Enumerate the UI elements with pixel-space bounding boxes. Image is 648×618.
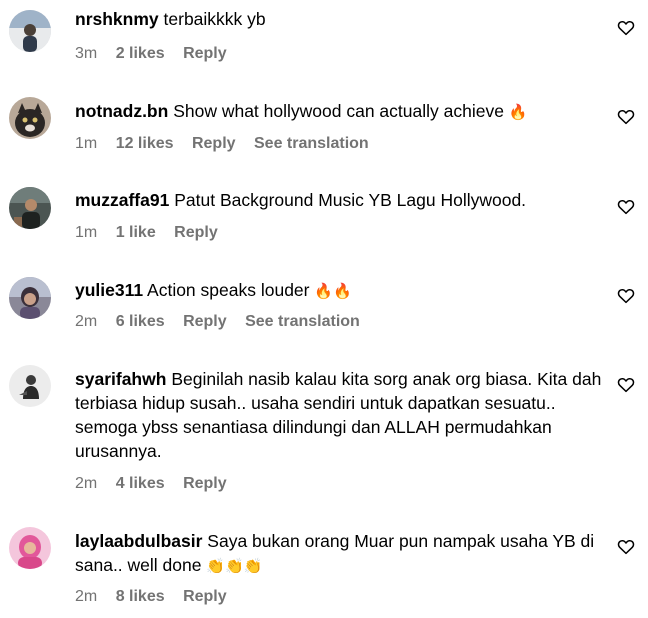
comment-text: syarifahwh Beginilah nasib kalau kita so… xyxy=(75,367,605,463)
comment-content: Show what hollywood can actually achieve xyxy=(173,101,504,121)
comment-meta: 2m 6 likes Reply See translation xyxy=(75,313,374,331)
see-translation-button[interactable]: See translation xyxy=(245,313,360,330)
avatar[interactable] xyxy=(9,97,51,139)
comment-username[interactable]: yulie311 xyxy=(75,280,143,300)
clapping-emoji: 👏👏👏 xyxy=(206,558,263,575)
comment-username[interactable]: nrshknmy xyxy=(75,9,159,29)
comment-time: 1m xyxy=(75,224,98,241)
see-translation-button[interactable]: See translation xyxy=(254,135,369,152)
comment-text: notnadz.bn Show what hollywood can actua… xyxy=(75,99,595,125)
reply-button[interactable]: Reply xyxy=(183,475,227,492)
comment-likes[interactable]: 12 likes xyxy=(116,135,174,152)
heart-outline-icon[interactable] xyxy=(617,376,635,394)
reply-button[interactable]: Reply xyxy=(183,588,227,605)
comment-username[interactable]: notnadz.bn xyxy=(75,101,168,121)
comment-text: nrshknmy terbaikkkk yb xyxy=(75,7,595,31)
comment-likes[interactable]: 2 likes xyxy=(116,45,165,62)
heart-outline-icon[interactable] xyxy=(617,287,635,305)
comment-meta: 3m 2 likes Reply xyxy=(75,45,241,63)
comment-likes[interactable]: 8 likes xyxy=(116,588,165,605)
heart-outline-icon[interactable] xyxy=(617,538,635,556)
comment-text: muzzaffa91 Patut Background Music YB Lag… xyxy=(75,188,595,212)
comment-text: yulie311 Action speaks louder 🔥🔥 xyxy=(75,278,595,304)
comment-time: 1m xyxy=(75,135,98,152)
heart-outline-icon[interactable] xyxy=(617,108,635,126)
avatar[interactable] xyxy=(9,277,51,319)
comment-likes[interactable]: 4 likes xyxy=(116,475,165,492)
comment-username[interactable]: syarifahwh xyxy=(75,369,166,389)
comment-time: 2m xyxy=(75,475,98,492)
comment-username[interactable]: laylaabdulbasir xyxy=(75,531,202,551)
comment-time: 3m xyxy=(75,45,98,62)
comment-content: Patut Background Music YB Lagu Hollywood… xyxy=(174,190,527,210)
reply-button[interactable]: Reply xyxy=(174,224,218,241)
comment-meta: 2m 8 likes Reply xyxy=(75,588,241,606)
avatar[interactable] xyxy=(9,10,51,52)
comment-likes[interactable]: 1 like xyxy=(116,224,156,241)
comment-meta: 2m 4 likes Reply xyxy=(75,475,241,493)
avatar[interactable] xyxy=(9,365,51,407)
comment-likes[interactable]: 6 likes xyxy=(116,313,165,330)
reply-button[interactable]: Reply xyxy=(183,313,227,330)
comment-time: 2m xyxy=(75,588,98,605)
comment-time: 2m xyxy=(75,313,98,330)
reply-button[interactable]: Reply xyxy=(183,45,227,62)
heart-outline-icon[interactable] xyxy=(617,198,635,216)
comment-username[interactable]: muzzaffa91 xyxy=(75,190,169,210)
avatar[interactable] xyxy=(9,527,51,569)
comment-meta: 1m 1 like Reply xyxy=(75,224,232,242)
reply-button[interactable]: Reply xyxy=(192,135,236,152)
comment-content: Action speaks louder xyxy=(147,280,310,300)
comment-meta: 1m 12 likes Reply See translation xyxy=(75,135,383,153)
comment-text: laylaabdulbasir Saya bukan orang Muar pu… xyxy=(75,529,595,579)
heart-outline-icon[interactable] xyxy=(617,19,635,37)
comment-content: terbaikkkk yb xyxy=(163,9,266,29)
avatar[interactable] xyxy=(9,187,51,229)
fire-emoji: 🔥 xyxy=(508,104,528,121)
fire-emoji: 🔥🔥 xyxy=(314,283,352,300)
